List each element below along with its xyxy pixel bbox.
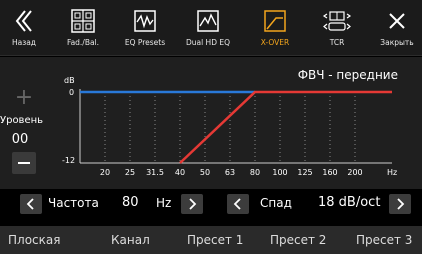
preset-flat-button[interactable]: Плоская [8,233,60,247]
freq-value: 80 [122,195,139,210]
x-tick-label: 160 [322,168,337,177]
x-tick-label: 125 [297,168,312,177]
controls-row: Частота 80 Hz Спад 18 dB/oct [0,189,422,219]
preset-channel-button[interactable]: Канал [111,233,150,247]
preset-3-button[interactable]: Пресет 3 [356,233,412,247]
x-tick-label: 80 [250,168,260,177]
x-tick-label: 200 [347,168,362,177]
freq-up-button[interactable] [181,194,203,214]
plot-lines [80,90,392,164]
close-button[interactable]: Закрыть [374,0,420,56]
dual-hd-eq-label: Dual HD EQ [185,38,231,47]
close-icon [388,4,406,38]
close-label: Закрыть [380,38,414,47]
x-tick-label: 40 [175,168,185,177]
back-icon [14,4,34,38]
dual-hd-eq-button[interactable]: Dual HD EQ [176,0,240,56]
x-tick-label: 31.5 [146,168,164,177]
chevron-left-icon [26,198,34,210]
eq-presets-button[interactable]: EQ Presets [114,0,176,56]
y-unit-label: dB [64,76,75,85]
filter-response-line [179,90,392,164]
freq-down-button[interactable] [20,194,42,214]
chart-title: ФВЧ - передние [297,68,398,82]
x-over-icon [263,4,287,38]
chevron-left-icon [233,198,241,210]
x-tick-label: 20 [100,168,110,177]
eq-presets-label: EQ Presets [124,38,166,47]
chevron-right-icon [397,198,405,210]
grid-lines [104,92,356,163]
preset-bar: Плоская Канал Пресет 1 Пресет 2 Пресет 3 [0,226,422,254]
preset-2-button[interactable]: Пресет 2 [270,233,326,247]
tcr-button[interactable]: TCR [312,0,362,56]
tcr-label: TCR [329,38,345,47]
slope-up-button[interactable] [389,194,411,214]
chevron-right-icon [189,198,197,210]
back-label: Назад [11,38,36,47]
x-over-label: X-OVER [260,38,290,47]
x-tick-labels: 20 25 31.5 40 50 63 80 100 125 160 200 [100,168,363,177]
slope-down-button[interactable] [227,194,249,214]
crossover-panel: + Уровень 00 dB 0 -12 Hz 20 25 31.5 40 50 63 8… [0,57,422,189]
y-top-label: 0 [69,88,74,97]
x-unit-label: Hz [387,168,397,177]
eq-presets-icon [133,4,157,38]
tcr-icon [321,4,353,38]
dual-hd-eq-icon [196,4,220,38]
slope-label: Спад [260,196,292,210]
fader-balance-button[interactable]: Fad./Bal. [57,0,109,56]
x-tick-label: 25 [125,168,135,177]
x-tick-label: 50 [200,168,210,177]
back-button[interactable]: Назад [4,0,44,56]
y-bottom-label: -12 [62,156,75,165]
x-tick-label: 100 [272,168,287,177]
x-over-button[interactable]: X-OVER [246,0,304,56]
fader-balance-label: Fad./Bal. [66,38,100,47]
preset-1-button[interactable]: Пресет 1 [187,233,243,247]
toolbar: Назад Fad./Bal. EQ Presets Dual HD EQ X-… [0,0,422,56]
slope-value: 18 dB/oct [318,195,381,210]
x-tick-label: 63 [225,168,235,177]
freq-unit: Hz [156,196,172,210]
fader-balance-icon [70,4,96,38]
freq-label: Частота [48,196,99,210]
